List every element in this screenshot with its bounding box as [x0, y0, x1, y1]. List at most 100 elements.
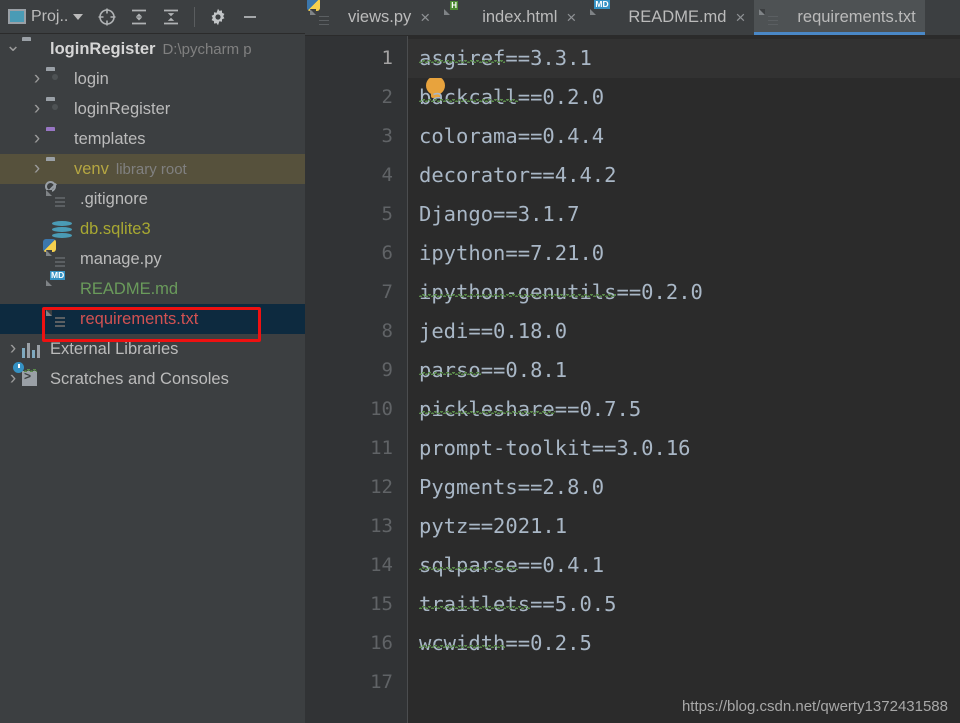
tab-requirements-txt[interactable]: requirements.txt [754, 0, 926, 35]
code-text: ==0.2.0 [616, 280, 703, 304]
markdown-file-icon: MD [50, 270, 66, 280]
tree-item-label: loginRegister [74, 99, 171, 118]
code-line[interactable] [408, 663, 960, 702]
tree-row-manage-py[interactable]: manage.py [0, 239, 305, 274]
folder-module-icon [46, 69, 68, 89]
project-tool-window: Proj.. ⌄ loginRegister D:\pycharm p › lo… [0, 0, 305, 723]
tree-item-label: db.sqlite3 [80, 219, 151, 238]
line-number: 7 [381, 281, 393, 303]
chevron-down-icon[interactable] [4, 39, 22, 60]
line-number-gutter: 1 2 3 4 5 6 7 8 9 10 11 12 13 14 15 16 17 [305, 36, 408, 723]
code-line[interactable]: jedi==0.18.0 [408, 312, 960, 351]
spellcheck-underline: asgiref [419, 46, 506, 70]
tree-row-external-libraries[interactable]: External Libraries [0, 334, 305, 364]
tree-row-loginRegister[interactable]: loginRegister D:\pycharm p [0, 34, 305, 64]
tab-label: README.md [628, 8, 727, 26]
code-line[interactable]: Pygments==2.8.0 [408, 468, 960, 507]
code-line[interactable]: decorator==4.4.2 [408, 156, 960, 195]
project-view-label: Proj.. [31, 7, 69, 25]
close-icon[interactable]: × [735, 8, 745, 28]
line-number: 3 [381, 125, 393, 147]
expand-all-icon[interactable] [125, 3, 153, 31]
line-number: 15 [370, 593, 393, 615]
project-view-selector[interactable]: Proj.. [8, 7, 84, 26]
markdown-file-icon: MD [594, 0, 610, 9]
project-tree[interactable]: loginRegister D:\pycharm p login loginRe… [0, 34, 305, 394]
chevron-right-icon[interactable] [28, 98, 46, 120]
locate-icon[interactable] [93, 3, 121, 31]
spellcheck-underline: pickleshare [419, 397, 555, 421]
code-line[interactable]: ipython==7.21.0 [408, 234, 960, 273]
editor-tab-bar: views.py × H index.html × MD README.md ×… [305, 0, 960, 36]
tree-row-requirements-txt[interactable]: requirements.txt [0, 304, 305, 334]
tree-item-label: loginRegister [50, 39, 156, 58]
tree-row-venv[interactable]: venv library root [0, 154, 305, 184]
chevron-right-icon[interactable] [28, 68, 46, 90]
tab-readme-md[interactable]: MD README.md × [585, 0, 754, 35]
tree-item-label: External Libraries [50, 339, 179, 358]
code-line[interactable]: colorama==0.4.4 [408, 117, 960, 156]
code-line[interactable]: ipython-genutils==0.2.0 [408, 273, 960, 312]
collapse-all-icon[interactable] [157, 3, 185, 31]
scratches-icon [13, 362, 44, 389]
tab-index-html[interactable]: H index.html × [439, 0, 585, 35]
tab-label: views.py [348, 8, 412, 26]
code-line[interactable]: Django==3.1.7 [408, 195, 960, 234]
close-icon[interactable]: × [420, 8, 430, 28]
tree-item-label: venv [74, 159, 109, 178]
line-number: 6 [381, 242, 393, 264]
tree-row-readme-md[interactable]: MD README.md [0, 270, 305, 304]
python-file-icon [307, 0, 335, 28]
code-content[interactable]: asgiref==3.3.1 backcall==0.2.0 colorama==0… [408, 36, 960, 723]
tree-item-label: login [74, 69, 109, 88]
spellcheck-underline: backcall [419, 85, 518, 109]
line-number: 2 [381, 86, 393, 108]
spellcheck-underline: parso [419, 358, 481, 382]
line-number: 8 [381, 320, 393, 342]
tree-row-scratches-and-consoles[interactable]: Scratches and Consoles [0, 362, 305, 394]
line-number: 14 [370, 554, 393, 576]
chevron-right-icon[interactable] [28, 158, 46, 180]
line-number: 9 [381, 359, 393, 381]
tree-row-login[interactable]: login [0, 64, 305, 94]
tree-item-label: .gitignore [80, 189, 148, 208]
tree-row-templates[interactable]: templates [0, 124, 305, 154]
close-icon[interactable]: × [566, 8, 576, 28]
code-line[interactable]: parso==0.8.1 [408, 351, 960, 390]
code-text: ==0.8.1 [480, 358, 568, 382]
code-line[interactable]: sqlparse==0.4.1 [408, 546, 960, 585]
spellcheck-underline: sqlparse [419, 553, 518, 577]
line-number: 1 [381, 47, 393, 69]
code-text: ==5.0.5 [530, 592, 617, 616]
code-line[interactable]: wcwidth==0.2.5 [408, 624, 960, 663]
code-line[interactable]: traitlets==5.0.5 [408, 585, 960, 624]
code-editor[interactable]: 1 2 3 4 5 6 7 8 9 10 11 12 13 14 15 16 17 asgiref==3.3.1… [305, 36, 960, 723]
tab-views-py[interactable]: views.py × [305, 0, 439, 35]
folder-templates-icon [46, 129, 68, 149]
code-line[interactable]: prompt-toolkit==3.0.16 [408, 429, 960, 468]
code-text: ==0.7.5 [554, 397, 642, 421]
tree-row-loginRegister-package[interactable]: loginRegister [0, 94, 305, 124]
line-number: 5 [381, 203, 393, 225]
tab-label: requirements.txt [797, 8, 916, 26]
code-line[interactable]: backcall==0.2.0 [408, 78, 960, 117]
pycharm-window: Proj.. ⌄ loginRegister D:\pycharm p › lo… [0, 0, 960, 723]
chevron-right-icon[interactable] [4, 338, 22, 360]
code-text: ==0.2.5 [505, 631, 592, 655]
line-number: 12 [370, 476, 393, 498]
settings-gear-icon[interactable] [204, 3, 232, 31]
line-number: 16 [370, 632, 393, 654]
tree-row-gitignore[interactable]: .gitignore [0, 181, 305, 214]
code-text: ==0.4.1 [517, 553, 605, 577]
code-line[interactable]: pickleshare==0.7.5 [408, 390, 960, 429]
spellcheck-underline: traitlets [419, 592, 531, 616]
hide-panel-icon[interactable] [236, 3, 264, 31]
folder-icon [46, 159, 68, 179]
chevron-right-icon[interactable] [28, 128, 46, 150]
database-file-icon [52, 219, 74, 239]
code-line[interactable]: pytz==2021.1 [408, 507, 960, 546]
code-line[interactable]: asgiref==3.3.1 [408, 39, 960, 78]
gitignore-file-icon [45, 181, 74, 209]
editor-area: views.py × H index.html × MD README.md ×… [305, 0, 960, 723]
project-path: D:\pycharm p [162, 40, 252, 58]
